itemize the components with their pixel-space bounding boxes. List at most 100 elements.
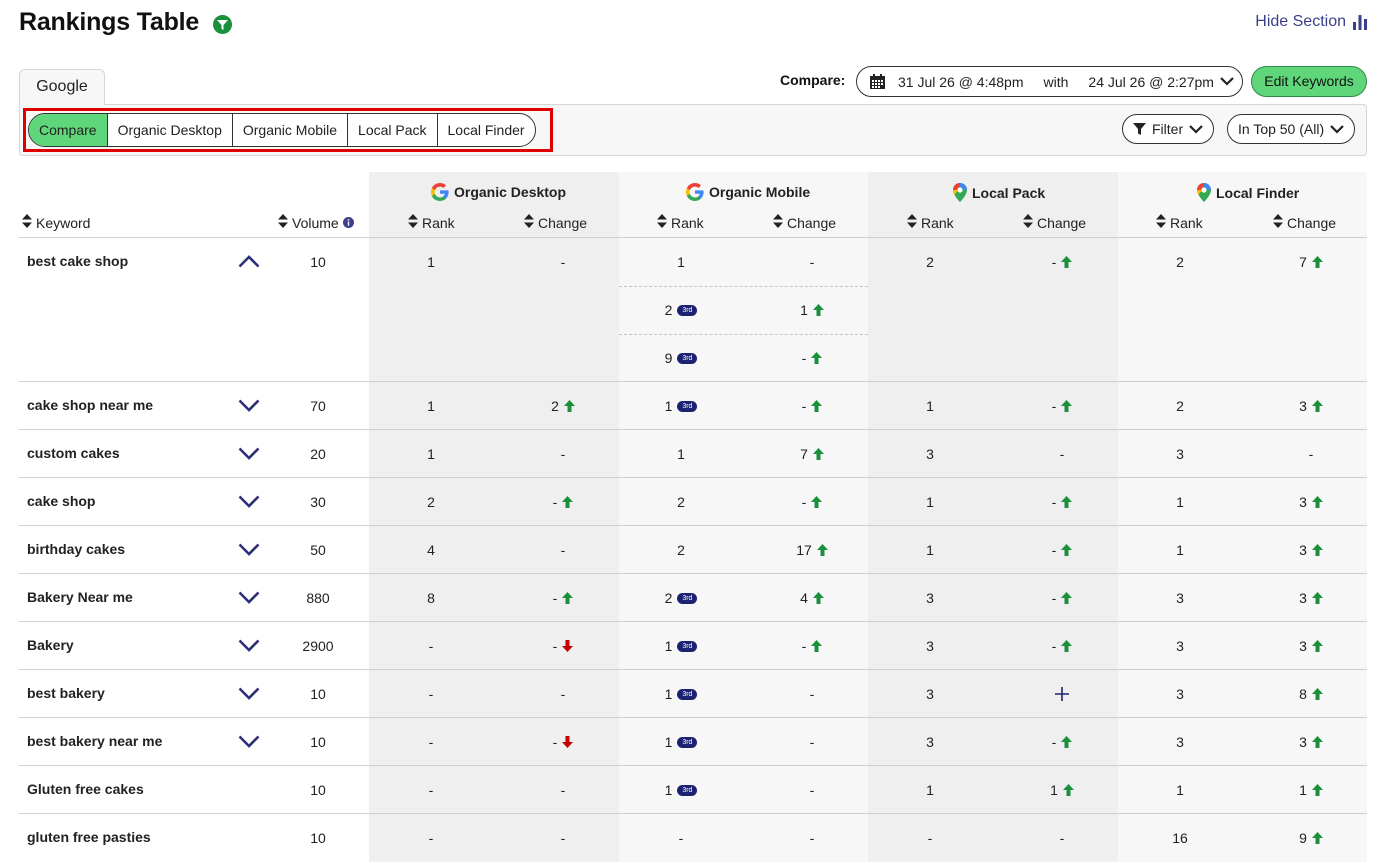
cell-value: 9 (1299, 830, 1307, 846)
keyword-cell[interactable]: best cake shop (27, 253, 128, 269)
collapse-row-chevron-up-icon[interactable] (238, 255, 260, 273)
header-divider (19, 237, 1367, 238)
arrow-up-icon (1061, 736, 1073, 748)
cell-value: 9 (664, 350, 673, 366)
sort-header-change[interactable]: Change (1023, 214, 1086, 231)
local-pack-change: - (1032, 540, 1092, 560)
filter-funnel-icon[interactable] (213, 15, 232, 34)
local-finder-rank: 1 (1150, 540, 1210, 560)
cell-value: 3 (926, 590, 934, 606)
sort-header-rank[interactable]: Rank (408, 214, 455, 231)
sort-header-rank[interactable]: Rank (907, 214, 954, 231)
local-finder-rank: 3 (1150, 444, 1210, 464)
tab-compare[interactable]: Compare (29, 114, 107, 146)
volume-cell: 10 (288, 828, 348, 848)
organic-mobile-change: - (782, 252, 842, 272)
keyword-cell[interactable]: best bakery (27, 685, 105, 701)
tab-organic-desktop[interactable]: Organic Desktop (106, 114, 232, 146)
sort-icon (657, 214, 667, 231)
arrow-up-icon (812, 448, 824, 460)
row-divider (19, 765, 1367, 766)
cell-value: 2 (677, 494, 685, 510)
expand-row-chevron-down-icon[interactable] (238, 447, 260, 465)
local-finder-rank: 2 (1150, 396, 1210, 416)
row-divider (19, 573, 1367, 574)
volume-cell: 50 (288, 540, 348, 560)
sort-header-volume[interactable]: Volume (278, 214, 354, 231)
organic-desktop-change: - (533, 588, 593, 608)
sort-header-change[interactable]: Change (524, 214, 587, 231)
keyword-cell[interactable]: cake shop (27, 493, 95, 509)
group-header-local-pack: Local Pack (953, 183, 1045, 202)
filter-dropdown[interactable]: Filter (1122, 114, 1215, 144)
hide-section-button[interactable]: Hide Section (1255, 13, 1367, 31)
tab-organic-mobile[interactable]: Organic Mobile (231, 114, 347, 146)
add-icon[interactable] (1055, 687, 1069, 701)
rank-range-dropdown[interactable]: In Top 50 (All) (1227, 114, 1356, 144)
keyword-cell[interactable]: cake shop near me (27, 397, 153, 413)
keyword-cell[interactable]: Bakery (27, 637, 74, 653)
cell-value: 7 (800, 446, 808, 462)
organic-desktop-rank: 8 (401, 588, 461, 608)
cell-value: 3 (1299, 590, 1307, 606)
arrow-up-icon (1061, 400, 1073, 412)
arrow-up-icon (1061, 544, 1073, 556)
row-divider (19, 813, 1367, 814)
local-finder-change: 3 (1281, 588, 1341, 608)
cell-value: 8 (427, 590, 435, 606)
cell-value: - (560, 254, 566, 270)
cell-value: - (428, 734, 434, 750)
cell-value: 2 (1176, 398, 1184, 414)
cell-value: 1 (926, 542, 934, 558)
expand-row-chevron-down-icon[interactable] (238, 735, 260, 753)
cell-value: - (428, 782, 434, 798)
cell-value: 1 (677, 446, 685, 462)
keyword-cell[interactable]: gluten free pasties (27, 829, 151, 845)
sort-header-change[interactable]: Change (773, 214, 836, 231)
keyword-cell[interactable]: best bakery near me (27, 733, 162, 749)
cell-value: 3 (926, 734, 934, 750)
organic-mobile-rank: 1 3rd (651, 396, 711, 416)
keyword-cell[interactable]: Gluten free cakes (27, 781, 144, 797)
cell-value: 20 (310, 446, 326, 462)
compare-date-picker[interactable]: 31 Jul 26 @ 4:48pm with 24 Jul 26 @ 2:27… (856, 66, 1243, 97)
group-title: Organic Desktop (454, 184, 567, 200)
keyword-cell[interactable]: Bakery Near me (27, 589, 133, 605)
expand-row-chevron-down-icon[interactable] (238, 495, 260, 513)
engine-tab-google[interactable]: Google (19, 69, 105, 105)
arrow-up-icon (1062, 784, 1074, 796)
cell-value: - (428, 686, 434, 702)
sort-header-rank[interactable]: Rank (1156, 214, 1203, 231)
organic-desktop-rank: 2 (401, 492, 461, 512)
keyword-cell[interactable]: custom cakes (27, 445, 120, 461)
bar-chart-icon (1353, 14, 1367, 30)
volume-cell: 10 (288, 252, 348, 272)
sort-header-keyword[interactable]: Keyword (22, 214, 90, 231)
organic-desktop-change: - (533, 780, 593, 800)
compare-label: Compare: (780, 72, 846, 88)
organic-desktop-rank: - (401, 636, 461, 656)
local-pack-rank: 3 (900, 444, 960, 464)
local-pack-rank: 3 (900, 636, 960, 656)
tab-local-finder[interactable]: Local Finder (436, 114, 535, 146)
expand-row-chevron-down-icon[interactable] (238, 399, 260, 417)
cell-value: - (1059, 830, 1065, 846)
cell-value: 1 (677, 254, 685, 270)
sort-icon (524, 214, 534, 231)
rank-range-label: In Top 50 (All) (1238, 121, 1325, 137)
expand-row-chevron-down-icon[interactable] (238, 543, 260, 561)
info-icon[interactable] (342, 215, 354, 231)
organic-desktop-rank: - (401, 732, 461, 752)
sort-header-change[interactable]: Change (1273, 214, 1336, 231)
organic-mobile-rank: 1 3rd (651, 684, 711, 704)
sort-header-rank[interactable]: Rank (657, 214, 704, 231)
third-party-badge: 3rd (677, 400, 698, 412)
arrow-up-icon (812, 592, 824, 604)
edit-keywords-button[interactable]: Edit Keywords (1251, 66, 1367, 97)
cell-value: 3 (926, 446, 934, 462)
expand-row-chevron-down-icon[interactable] (238, 591, 260, 609)
tab-local-pack[interactable]: Local Pack (347, 114, 436, 146)
keyword-cell[interactable]: birthday cakes (27, 541, 125, 557)
expand-row-chevron-down-icon[interactable] (238, 687, 260, 705)
expand-row-chevron-down-icon[interactable] (238, 639, 260, 657)
